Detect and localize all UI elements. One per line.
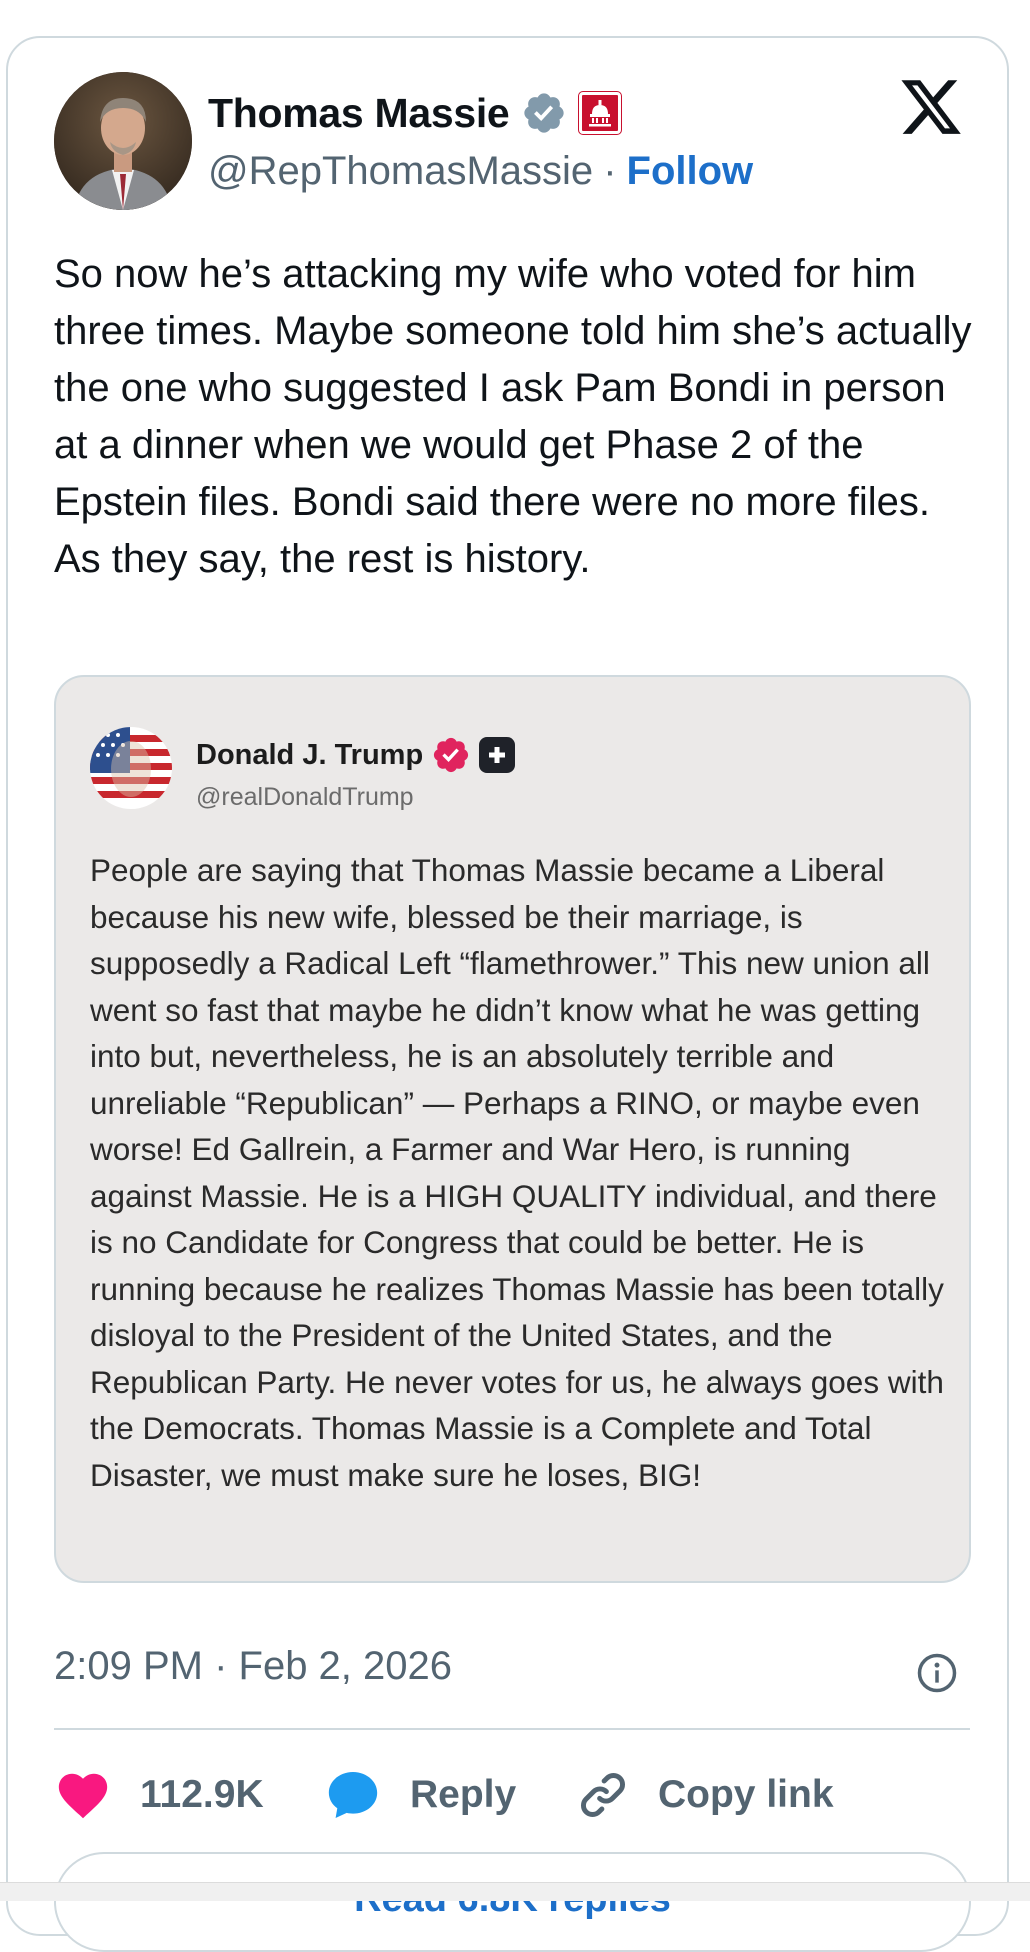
quoted-author-avatar (90, 727, 172, 809)
divider (54, 1728, 970, 1730)
separator-dot: · (603, 148, 617, 193)
quoted-author-name: Donald J. Trump (196, 738, 424, 771)
heart-icon (58, 1773, 108, 1819)
copy-link-button[interactable]: Copy link (576, 1768, 834, 1822)
link-icon (581, 1773, 625, 1817)
x-logo-icon[interactable] (898, 74, 964, 140)
verified-badge-icon (524, 93, 565, 133)
like-button[interactable]: 112.9K (54, 1766, 314, 1824)
follow-button[interactable]: Follow (627, 149, 754, 194)
reply-button[interactable]: Reply (324, 1766, 576, 1824)
copy-link-label: Copy link (658, 1773, 834, 1816)
author-avatar[interactable] (54, 72, 192, 210)
government-capitol-icon (578, 91, 623, 135)
author-handle-row: @RepThomasMassie · Follow (208, 146, 753, 196)
speech-bubble-icon (328, 1772, 378, 1818)
author-name-row: Thomas Massie (208, 88, 623, 138)
author-name[interactable]: Thomas Massie (208, 90, 510, 137)
reply-label: Reply (410, 1773, 517, 1816)
author-handle[interactable]: @RepThomasMassie (208, 149, 593, 194)
tweet-card: Thomas Massie @RepThomasMassie · Follow … (6, 36, 1009, 1952)
tweet-text: So now he’s attacking my wife who voted … (54, 252, 972, 581)
post-timestamp[interactable]: 2:09 PM · Feb 2, 2026 (54, 1644, 452, 1689)
quoted-post-card[interactable]: Donald J. Trump @realDonaldTrump People … (54, 675, 971, 1583)
verified-badge-icon (434, 737, 469, 773)
quoted-name-row: Donald J. Trump (196, 735, 516, 775)
plus-badge-icon (479, 737, 516, 773)
bottom-bar (0, 1882, 1030, 1901)
info-icon[interactable] (916, 1652, 958, 1694)
read-replies-button[interactable]: Read 6.8K replies (54, 1852, 971, 1952)
action-bar: 112.9K Reply Copy link (54, 1760, 970, 1830)
quoted-post-text: People are saying that Thomas Massie bec… (90, 852, 944, 1493)
like-count: 112.9K (140, 1773, 264, 1816)
quoted-author-handle: @realDonaldTrump (196, 783, 414, 811)
